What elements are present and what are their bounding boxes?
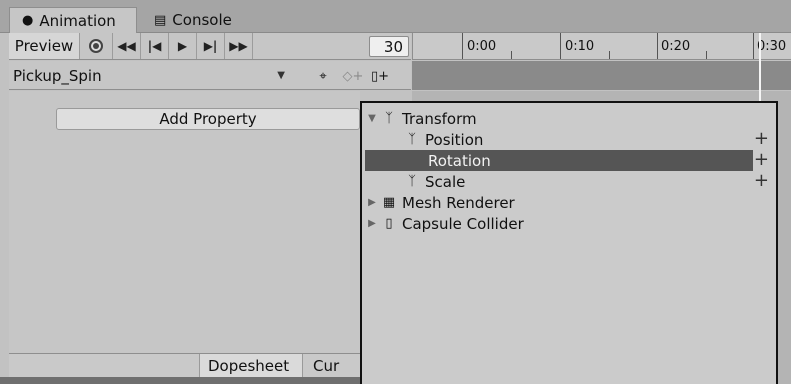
clip-dropdown[interactable]: Pickup_Spin ▼ — [9, 64, 291, 88]
tab-curves[interactable]: Cur — [305, 354, 365, 378]
record-button[interactable] — [80, 33, 113, 59]
ruler-tick — [609, 51, 610, 59]
animation-toolbar: Preview ◀◀ |◀ ▶ ▶| ▶▶ 30 — [9, 33, 411, 60]
ruler-tick — [560, 33, 561, 59]
animation-icon: ● — [22, 13, 34, 28]
add-event-button[interactable]: ▯+ — [367, 65, 393, 87]
position-label: Position — [425, 130, 484, 149]
mesh-renderer-label: Mesh Renderer — [402, 193, 515, 212]
tab-animation-label: Animation — [39, 11, 116, 30]
add-property-button[interactable]: Add Property — [56, 108, 360, 130]
tab-dopesheet[interactable]: Dopesheet — [199, 354, 303, 378]
ruler-label: 0:30 — [757, 39, 787, 54]
tree-row-transform[interactable]: ▼ ᛉ Transform — [362, 108, 776, 129]
preview-button[interactable]: Preview — [9, 33, 80, 59]
view-mode-bar: Dopesheet Cur — [9, 353, 360, 378]
collapsed-triangle-icon: ▶ — [368, 197, 376, 208]
play-icon: ▶ — [177, 39, 188, 53]
property-panel: Add Property — [9, 91, 360, 353]
window-tab-bar: ● Animation ▤ Console — [0, 0, 791, 33]
tree-row-position[interactable]: ᛉ Position + — [362, 129, 776, 150]
ruler-tick — [753, 33, 754, 59]
skip-end-icon: ▶▶ — [229, 39, 248, 53]
last-keyframe-button[interactable]: ▶▶ — [225, 33, 253, 59]
add-event-icon: ▯+ — [370, 68, 390, 84]
console-icon: ▤ — [154, 12, 167, 28]
bottom-scroll-strip — [0, 377, 360, 384]
tree-row-capsule-collider[interactable]: ▶ ▯ Capsule Collider — [362, 213, 776, 234]
ruler-tick — [462, 33, 463, 59]
ruler-tick — [657, 33, 658, 59]
play-button[interactable]: ▶ — [169, 33, 197, 59]
keyframe-target-button[interactable]: ⌖ — [310, 65, 336, 87]
add-keyframe-button[interactable]: ◇+ — [340, 65, 366, 87]
previous-keyframe-button[interactable]: |◀ — [141, 33, 169, 59]
transform-icon: ᛉ — [408, 132, 416, 147]
tab-console[interactable]: ▤ Console — [142, 7, 252, 33]
tab-console-label: Console — [172, 11, 232, 29]
add-rotation-icon[interactable]: + — [754, 151, 769, 169]
timeline-ruler[interactable]: 0:00 0:10 0:20 0:30 — [412, 33, 791, 60]
ruler-label: 0:00 — [467, 39, 497, 54]
crosshair-icon: ⌖ — [319, 68, 327, 84]
step-forward-icon: ▶| — [203, 39, 218, 53]
transform-icon: ᛉ — [408, 174, 416, 189]
step-back-icon: |◀ — [147, 39, 162, 53]
clip-name: Pickup_Spin — [13, 67, 102, 85]
ruler-label: 0:10 — [565, 39, 595, 54]
mesh-renderer-icon: ▦ — [382, 195, 396, 210]
tree-row-mesh-renderer[interactable]: ▶ ▦ Mesh Renderer — [362, 192, 776, 213]
capsule-collider-label: Capsule Collider — [402, 214, 524, 233]
transform-label: Transform — [402, 109, 477, 128]
dropdown-arrow-icon: ▼ — [277, 70, 285, 81]
expanded-triangle-icon: ▼ — [368, 113, 376, 124]
tab-animation[interactable]: ● Animation — [9, 7, 137, 33]
clip-row: Pickup_Spin ▼ ⌖ ◇+ ▯+ — [9, 61, 411, 90]
ruler-label: 0:20 — [661, 39, 691, 54]
ruler-tick — [511, 51, 512, 59]
skip-start-icon: ◀◀ — [117, 39, 136, 53]
record-icon — [89, 39, 103, 53]
tree-row-rotation[interactable]: Rotation + — [365, 150, 769, 171]
frame-field[interactable]: 30 — [369, 36, 409, 57]
first-keyframe-button[interactable]: ◀◀ — [113, 33, 141, 59]
add-property-popup: ▼ ᛉ Transform ᛉ Position + Rotation + ᛉ … — [360, 101, 778, 384]
tree-row-scale[interactable]: ᛉ Scale + — [362, 171, 776, 192]
transform-icon: ᛉ — [385, 111, 393, 126]
add-scale-icon[interactable]: + — [754, 172, 769, 190]
ruler-tick — [706, 51, 707, 59]
next-keyframe-button[interactable]: ▶| — [197, 33, 225, 59]
capsule-collider-icon: ▯ — [385, 216, 393, 231]
timeline-header-band — [412, 61, 791, 90]
scale-label: Scale — [425, 172, 466, 191]
rotation-label: Rotation — [428, 151, 491, 170]
add-keyframe-icon: ◇+ — [342, 68, 364, 84]
add-position-icon[interactable]: + — [754, 130, 769, 148]
collapsed-triangle-icon: ▶ — [368, 218, 376, 229]
